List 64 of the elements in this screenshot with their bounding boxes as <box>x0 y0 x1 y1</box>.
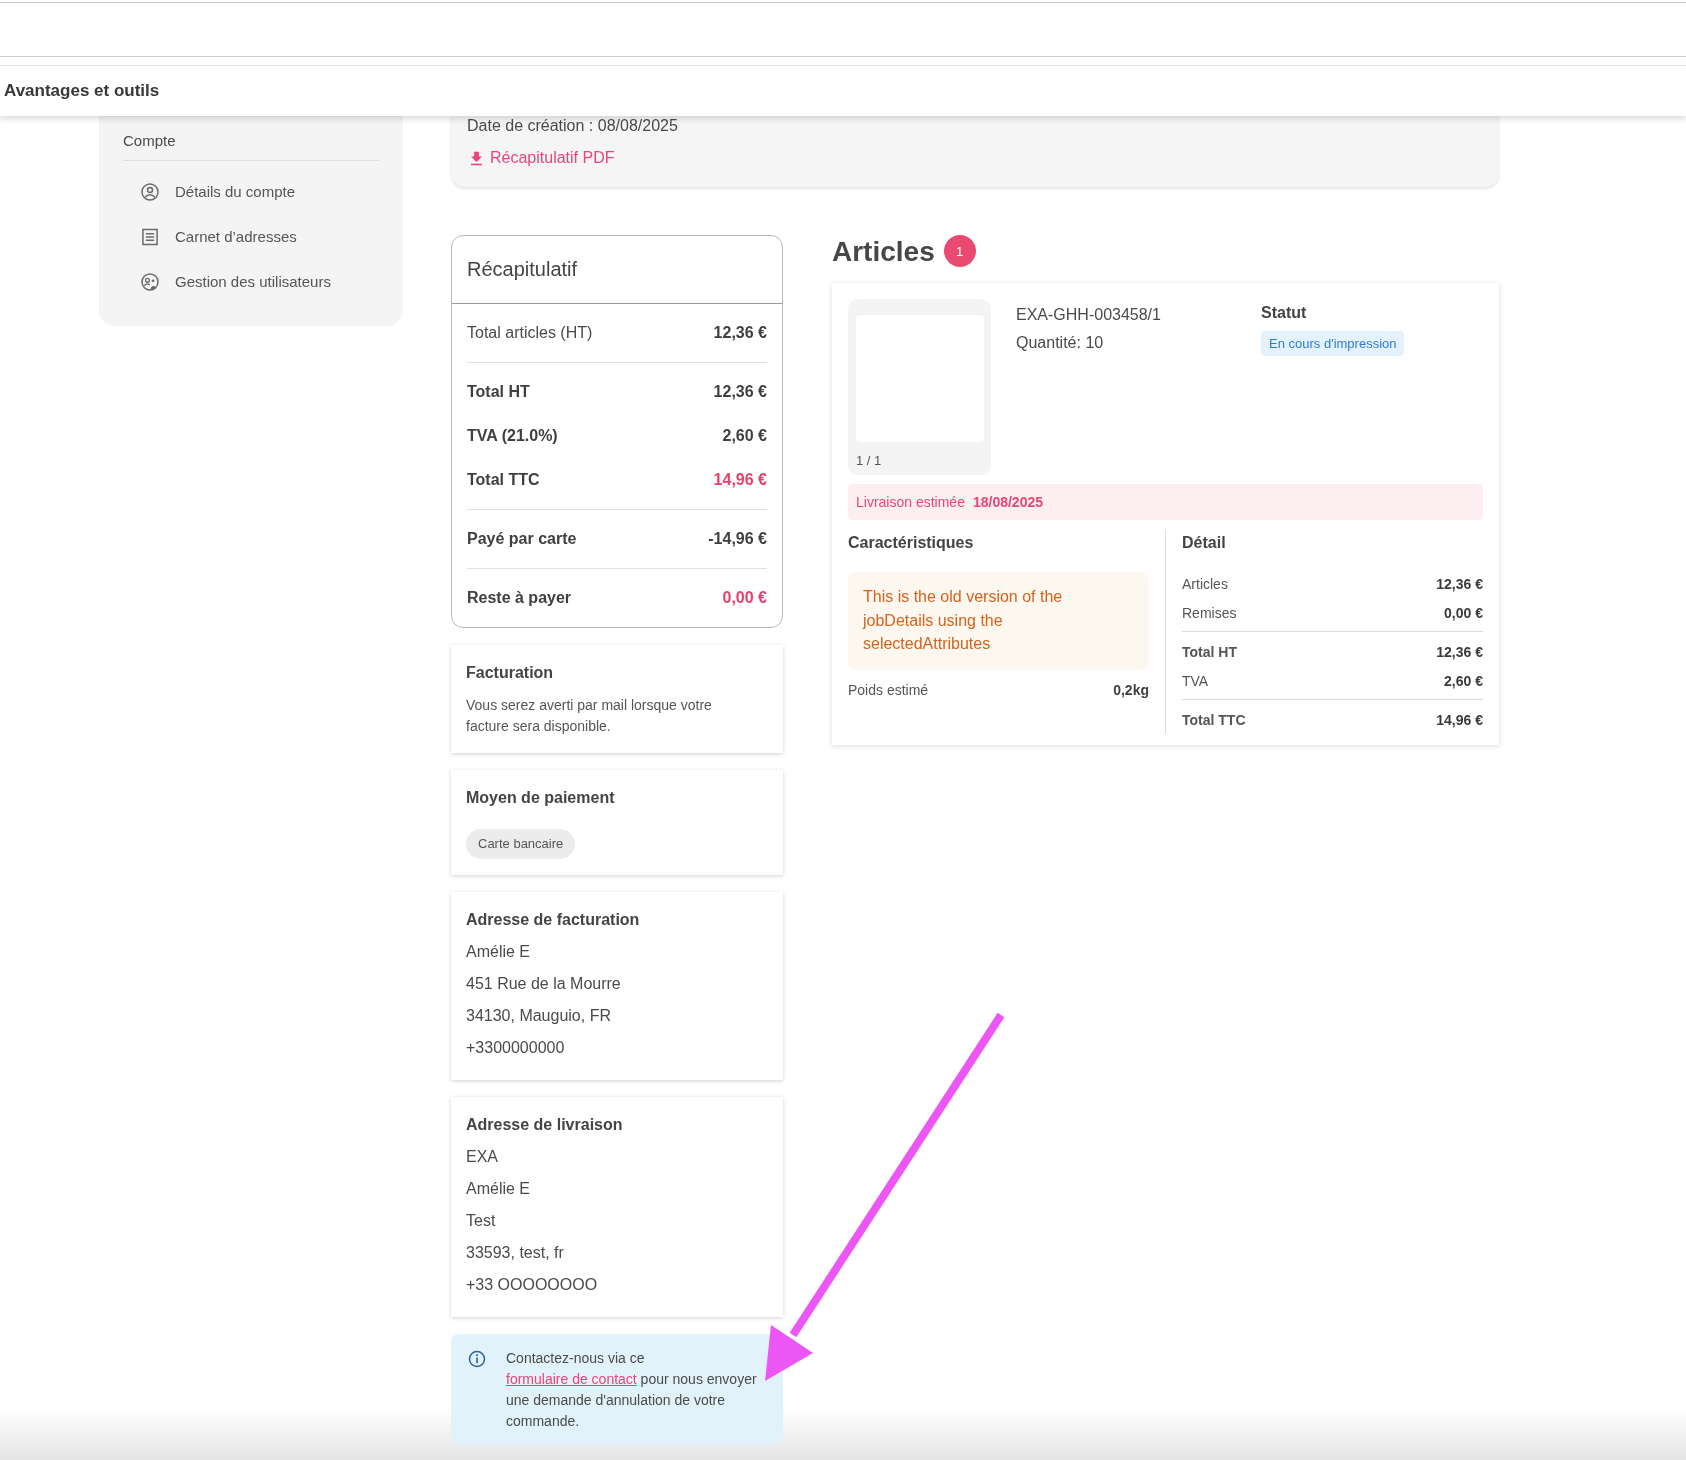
sidebar-item[interactable]: Détails du compte <box>140 169 296 214</box>
column-title: Détail <box>1182 533 1226 553</box>
nav-link[interactable]: Avantages et outils <box>4 81 160 101</box>
card-title: Adresse de facturation <box>466 910 641 930</box>
detail-amount: 12,36 € <box>1436 643 1483 660</box>
detail-label: Total TTC <box>1182 711 1246 728</box>
summary-label: TVA (21.0%) <box>467 427 558 445</box>
address-line: +33 OOOOOOOO <box>466 1275 599 1295</box>
address-line: EXA <box>466 1147 499 1167</box>
status-badge: En cours d'impression <box>1261 331 1405 356</box>
list-icon <box>140 226 160 247</box>
sidebar-item[interactable]: Carnet d’adresses <box>140 214 297 259</box>
billing-message: Vous serez averti par mail lorsque votre facture sera disponible. <box>466 696 713 736</box>
detail-label: Articles <box>1182 575 1228 592</box>
features-note: This is the old version of the jobDetails using the selectedAttributes <box>848 572 1149 670</box>
summary-amount: -14,96 € <box>708 530 767 548</box>
detail-amount: 0,00 € <box>1444 604 1483 621</box>
summary-label: Total TTC <box>467 471 540 489</box>
address-line: Amélie E <box>466 1179 532 1199</box>
detail-amount: 2,60 € <box>1444 672 1483 689</box>
payment-method-chip: Carte bancaire <box>466 829 576 859</box>
summary-label: Reste à payer <box>467 589 572 607</box>
detail-label: Remises <box>1182 604 1237 621</box>
address-line: +3300000000 <box>466 1038 566 1058</box>
feature-label: Poids estimé <box>848 680 929 700</box>
card-title: Moyen de paiement <box>466 788 616 808</box>
info-icon <box>468 1350 486 1368</box>
address-line: 33593, test, fr <box>466 1243 565 1263</box>
feature-value: 0,2kg <box>1113 680 1149 700</box>
users-circle-icon <box>140 271 160 292</box>
summary-label: Payé par carte <box>467 530 577 548</box>
address-line: 451 Rue de la Mourre <box>466 974 622 994</box>
sidebar-item[interactable]: Gestion des utilisateurs <box>140 259 331 304</box>
status-label: Statut <box>1261 303 1307 323</box>
section-title: Articles <box>832 235 935 269</box>
column-title: Caractéristiques <box>848 533 974 553</box>
card-title: Facturation <box>466 663 555 683</box>
detail-label: Total HT <box>1182 643 1237 660</box>
article-reference: EXA-GHH-003458/1 <box>1016 305 1161 325</box>
section-heading: Compte <box>123 128 379 161</box>
download-icon <box>470 150 483 166</box>
summary-label: Total articles (HT) <box>467 324 593 342</box>
delivery-date: 18/08/2025 <box>972 494 1043 510</box>
address-line: 34130, Mauguio, FR <box>466 1006 612 1026</box>
detail-label: TVA <box>1182 672 1209 689</box>
count-badge: 1 <box>943 235 976 267</box>
person-circle-icon <box>140 181 160 202</box>
delivery-label: Livraison estimée <box>856 494 965 510</box>
card-title: Récapitulatif <box>452 236 782 304</box>
page-counter: 1 / 1 <box>856 452 882 470</box>
summary-amount: 14,96 € <box>713 471 767 489</box>
detail-amount: 12,36 € <box>1436 575 1483 592</box>
article-quantity: Quantité: 10 <box>1016 333 1104 353</box>
summary-label: Total HT <box>467 383 530 401</box>
card-title: Adresse de livraison <box>466 1115 624 1135</box>
detail-amount: 14,96 € <box>1436 711 1483 728</box>
address-line: Amélie E <box>466 942 532 962</box>
summary-amount: 12,36 € <box>713 383 767 401</box>
summary-amount: 2,60 € <box>722 427 767 445</box>
summary-amount: 0,00 € <box>722 589 767 607</box>
address-line: Test <box>466 1211 497 1231</box>
creation-date: Date de création : 08/08/2025 <box>467 116 678 136</box>
summary-amount: 12,36 € <box>713 324 767 342</box>
notice-message: Contactez-nous via ce formulaire de contact pour nous envoyer une demande d'annulation de votre commande. <box>506 1349 758 1431</box>
